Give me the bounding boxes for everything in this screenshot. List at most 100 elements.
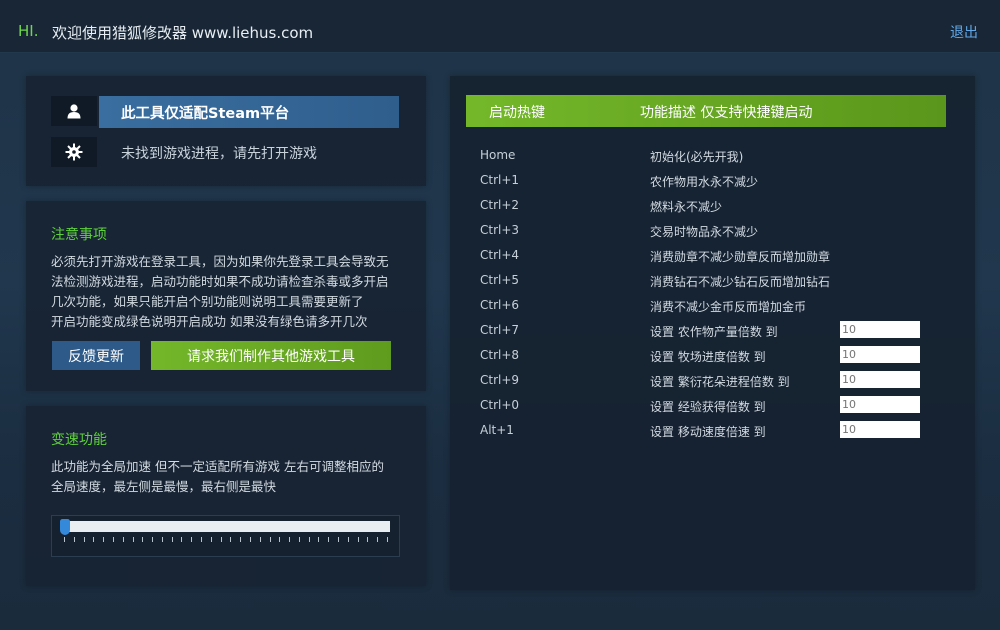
hotkey-row: Ctrl+6 消费不减少金币反而增加金币 (480, 294, 930, 319)
slider-tick (279, 537, 280, 542)
hotkey-label: Ctrl+0 (480, 398, 520, 412)
request-tool-button[interactable]: 请求我们制作其他游戏工具 (151, 341, 391, 370)
logout-link[interactable]: 退出 (950, 22, 978, 42)
slider-tick (348, 537, 349, 542)
slider-tick (84, 537, 85, 542)
hotkey-description: 初始化(必先开我) (650, 150, 744, 164)
speed-line: 全局速度，最左侧是最慢，最右侧是最快 (51, 479, 277, 494)
slider-tick (328, 537, 329, 542)
hotkey-row: Ctrl+4 消费勋章不减少勋章反而增加勋章 (480, 244, 930, 269)
slider-tick (123, 537, 124, 542)
hotkey-label: Ctrl+6 (480, 298, 520, 312)
hotkey-row: Ctrl+7 设置 农作物产量倍数 到 (480, 319, 930, 344)
experience-multiplier-input[interactable] (840, 396, 920, 413)
slider-tick (289, 537, 290, 542)
hotkey-row: Home 初始化(必先开我) (480, 144, 930, 169)
hotkey-column-header: 启动热键 (489, 105, 545, 121)
slider-tick (299, 537, 300, 542)
slider-tick (367, 537, 368, 542)
slider-tick (221, 537, 222, 542)
speed-slider[interactable] (51, 515, 400, 557)
gear-icon (51, 137, 97, 167)
slider-tick (230, 537, 231, 542)
speed-slider-thumb[interactable] (60, 519, 70, 535)
hotkey-description: 设置 农作物产量倍数 到 (650, 325, 778, 339)
hotkey-row: Alt+1 设置 移动速度倍速 到 (480, 419, 930, 444)
slider-tick (260, 537, 261, 542)
slider-tick (103, 537, 104, 542)
notes-line: 几次功能，如果只能开启个别功能则说明工具需要更新了 (51, 294, 364, 309)
slider-tick (191, 537, 192, 542)
hotkey-label: Ctrl+7 (480, 323, 520, 337)
notes-panel: 注意事项 必须先打开游戏在登录工具，因为如果你先登录工具会导致无 法检测游戏进程… (26, 201, 426, 391)
slider-tick (250, 537, 251, 542)
hotkey-row: Ctrl+9 设置 繁衍花朵进程倍数 到 (480, 369, 930, 394)
speed-line: 此功能为全局加速 但不一定适配所有游戏 左右可调整相应的 (51, 459, 384, 474)
slider-tick (133, 537, 134, 542)
slider-tick (181, 537, 182, 542)
process-status-message: 未找到游戏进程，请先打开游戏 (121, 146, 317, 162)
hotkey-description: 消费钻石不减少钻石反而增加钻石 (650, 275, 831, 289)
slider-tick (113, 537, 114, 542)
notes-text: 必须先打开游戏在登录工具，因为如果你先登录工具会导致无 法检测游戏进程，启动功能… (51, 252, 411, 332)
slider-tick (211, 537, 212, 542)
hotkey-label: Ctrl+9 (480, 373, 520, 387)
slider-tick (240, 537, 241, 542)
hotkey-description: 设置 移动速度倍速 到 (650, 425, 766, 439)
hotkey-description: 消费不减少金币反而增加金币 (650, 300, 807, 314)
slider-tick (338, 537, 339, 542)
slider-tick (309, 537, 310, 542)
hotkey-row: Ctrl+3 交易时物品永不减少 (480, 219, 930, 244)
hotkey-description: 交易时物品永不减少 (650, 225, 759, 239)
slider-tick (377, 537, 378, 542)
hotkey-description: 设置 经验获得倍数 到 (650, 400, 766, 414)
speed-slider-ticks (64, 537, 388, 543)
notes-line: 法检测游戏进程，启动功能时如果不成功请检查杀毒或多开启 (51, 274, 389, 289)
title-bar: HI. 欢迎使用猎狐修改器 www.liehus.com 退出 (0, 0, 1000, 53)
hotkey-label: Alt+1 (480, 423, 514, 437)
speed-slider-track[interactable] (62, 521, 390, 532)
ranch-progress-multiplier-input[interactable] (840, 346, 920, 363)
hotkey-label: Ctrl+5 (480, 273, 520, 287)
crop-yield-multiplier-input[interactable] (840, 321, 920, 338)
hotkey-label: Ctrl+3 (480, 223, 520, 237)
feedback-update-button[interactable]: 反馈更新 (52, 341, 140, 370)
slider-tick (318, 537, 319, 542)
slider-tick (74, 537, 75, 542)
hotkey-row: Ctrl+5 消费钻石不减少钻石反而增加钻石 (480, 269, 930, 294)
hotkey-label: Ctrl+8 (480, 348, 520, 362)
flower-breeding-multiplier-input[interactable] (840, 371, 920, 388)
description-column-header: 功能描述 仅支持快捷键启动 (640, 105, 813, 121)
notes-line: 必须先打开游戏在登录工具，因为如果你先登录工具会导致无 (51, 254, 389, 269)
slider-tick (172, 537, 173, 542)
slider-tick (152, 537, 153, 542)
hotkey-row: Ctrl+8 设置 牧场进度倍数 到 (480, 344, 930, 369)
move-speed-multiplier-input[interactable] (840, 421, 920, 438)
notes-title: 注意事项 (51, 227, 107, 243)
slider-tick (64, 537, 65, 542)
platform-notice: 此工具仅适配Steam平台 (99, 96, 399, 128)
hotkey-description: 设置 繁衍花朵进程倍数 到 (650, 375, 790, 389)
slider-tick (201, 537, 202, 542)
slider-tick (162, 537, 163, 542)
hotkey-row: Ctrl+0 设置 经验获得倍数 到 (480, 394, 930, 419)
hotkey-description: 农作物用水永不减少 (650, 175, 759, 189)
slider-tick (270, 537, 271, 542)
hotkey-row: Ctrl+1 农作物用水永不减少 (480, 169, 930, 194)
app-title: 欢迎使用猎狐修改器 www.liehus.com (52, 24, 314, 42)
hotkey-label: Ctrl+1 (480, 173, 520, 187)
greeting: HI. (18, 22, 39, 40)
hotkey-label: Ctrl+2 (480, 198, 520, 212)
slider-tick (93, 537, 94, 542)
hotkey-label: Ctrl+4 (480, 248, 520, 262)
hotkeys-header: 启动热键 功能描述 仅支持快捷键启动 (466, 95, 946, 127)
hotkey-row: Ctrl+2 燃料永不减少 (480, 194, 930, 219)
speed-description: 此功能为全局加速 但不一定适配所有游戏 左右可调整相应的 全局速度，最左侧是最慢… (51, 457, 411, 497)
slider-tick (358, 537, 359, 542)
speed-panel: 变速功能 此功能为全局加速 但不一定适配所有游戏 左右可调整相应的 全局速度，最… (26, 406, 426, 586)
hotkey-label: Home (480, 148, 516, 162)
hotkey-description: 消费勋章不减少勋章反而增加勋章 (650, 250, 831, 264)
notes-line: 开启功能变成绿色说明开启成功 如果没有绿色请多开几次 (51, 314, 368, 329)
hotkeys-panel: 启动热键 功能描述 仅支持快捷键启动 Home 初始化(必先开我) Ctrl+1… (450, 76, 975, 590)
speed-title: 变速功能 (51, 432, 107, 448)
